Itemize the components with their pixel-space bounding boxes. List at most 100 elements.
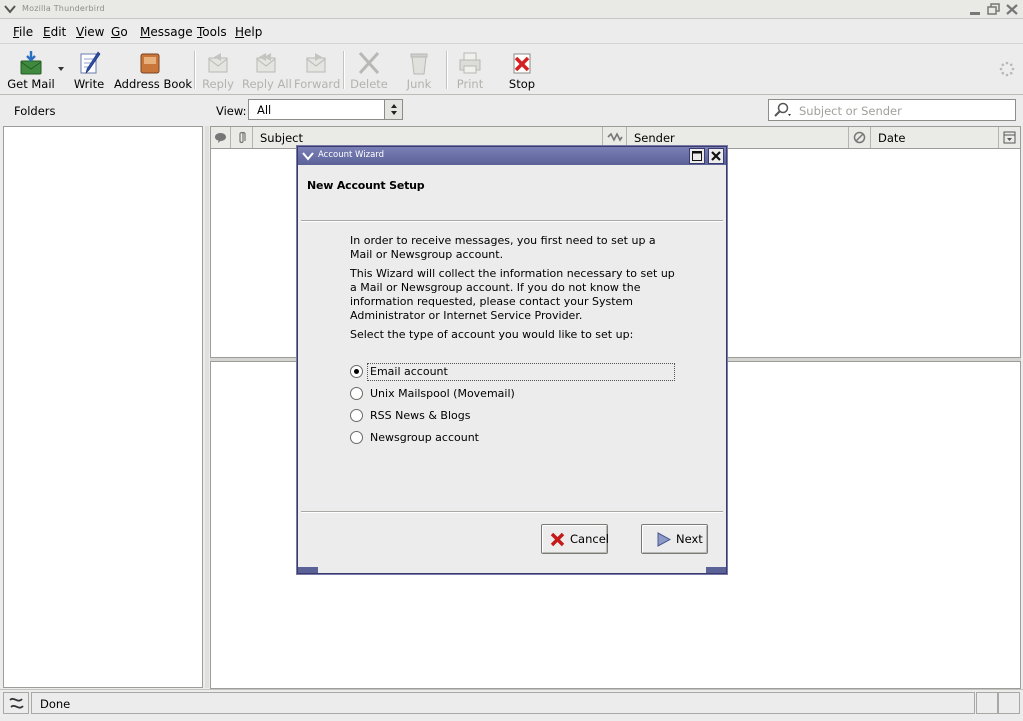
junk-button[interactable]: Junk — [400, 48, 438, 92]
dialog-menu-icon[interactable] — [301, 149, 315, 163]
get-mail-button[interactable]: Get Mail — [6, 48, 56, 92]
radio-button[interactable] — [350, 365, 363, 378]
radio-newsgroup-label: Newsgroup account — [370, 431, 479, 444]
address-book-button[interactable]: Address Book — [114, 48, 192, 92]
print-button[interactable]: Print — [452, 48, 488, 92]
menu-tools-label: ools — [202, 25, 227, 39]
stop-icon — [513, 53, 531, 74]
radio-rss-label: RSS News & Blogs — [370, 409, 471, 422]
radio-button[interactable] — [350, 387, 363, 400]
get-mail-icon — [20, 51, 42, 75]
folder-pane-splitter[interactable] — [205, 126, 209, 688]
cancel-button[interactable]: Cancel — [541, 524, 609, 554]
print-icon — [459, 52, 481, 74]
write-button[interactable]: Write — [70, 48, 108, 92]
search-icon[interactable] — [773, 102, 795, 118]
next-button[interactable]: Next — [641, 524, 708, 554]
button-divider — [301, 511, 723, 513]
dialog-title: Account Wizard — [318, 150, 385, 160]
menu-view[interactable]: View — [76, 25, 104, 39]
column-read-status[interactable] — [849, 127, 871, 148]
get-mail-dropdown-icon[interactable] — [57, 65, 65, 73]
radio-unix-mailspool[interactable]: Unix Mailspool (Movemail) — [350, 385, 550, 403]
view-select-value: All — [257, 103, 272, 117]
statusbar: Done — [0, 689, 1023, 721]
radio-button[interactable] — [350, 409, 363, 422]
reply-button[interactable]: Reply — [200, 48, 236, 92]
heading-divider — [301, 220, 723, 222]
menu-go-mnemonic: G — [111, 25, 121, 39]
forward-label: Forward — [294, 77, 341, 91]
window-menu-icon[interactable] — [3, 2, 17, 16]
radio-unix-label: Unix Mailspool (Movemail) — [370, 387, 515, 400]
main-toolbar: Get Mail Write Address Book Reply Reply … — [0, 45, 1023, 95]
radio-newsgroup-account[interactable]: Newsgroup account — [350, 429, 550, 447]
delete-button[interactable]: Delete — [350, 48, 388, 92]
status-security-panel — [998, 692, 1020, 714]
column-sender-label: Sender — [634, 131, 675, 145]
intro-paragraph: In order to receive messages, you first … — [350, 234, 656, 261]
forward-icon — [306, 53, 326, 73]
radio-email-account[interactable]: Email account — [350, 363, 680, 381]
close-icon[interactable] — [1004, 2, 1020, 17]
dialog-maximize-button[interactable] — [689, 148, 705, 164]
dialog-close-button[interactable] — [708, 148, 724, 164]
view-select[interactable]: All — [248, 99, 403, 120]
spinner-arrows-icon — [391, 104, 397, 115]
thread-icon — [215, 133, 226, 143]
info-paragraph: This Wizard will collect the information… — [350, 267, 675, 322]
wizard-page-heading: New Account Setup — [307, 179, 425, 192]
reply-all-icon — [256, 53, 276, 73]
attachment-icon — [239, 131, 246, 144]
status-text-panel: Done — [31, 692, 975, 714]
menu-edit[interactable]: Edit — [43, 25, 66, 39]
toolbar-separator — [194, 51, 196, 89]
delete-label: Delete — [350, 77, 388, 91]
offline-toggle[interactable] — [3, 692, 29, 714]
menu-help-label: elp — [244, 25, 263, 39]
column-picker[interactable] — [999, 127, 1020, 148]
window-titlebar: Mozilla Thunderbird — [0, 0, 1023, 19]
column-attachment[interactable] — [231, 127, 253, 148]
get-mail-label: Get Mail — [7, 77, 55, 91]
column-date[interactable]: Date — [871, 127, 999, 148]
stop-button[interactable]: Stop — [505, 48, 539, 92]
menu-file-label: ile — [19, 25, 34, 39]
menu-help[interactable]: Help — [235, 25, 262, 39]
junk-icon — [410, 53, 428, 75]
menu-file[interactable]: File — [13, 25, 33, 39]
menubar: File Edit View Go Message Tools Help — [0, 20, 1023, 44]
dialog-titlebar[interactable]: Account Wizard — [298, 147, 726, 165]
column-subject[interactable]: Subject — [253, 127, 603, 148]
menu-go-label: o — [120, 25, 128, 39]
reply-all-button[interactable]: Reply All — [242, 48, 292, 92]
reply-icon — [208, 53, 228, 73]
view-select-spinner[interactable] — [384, 100, 402, 119]
menu-message[interactable]: Message — [140, 25, 193, 39]
menu-tools[interactable]: Tools — [197, 25, 227, 39]
column-date-label: Date — [878, 131, 906, 145]
radio-rss-news[interactable]: RSS News & Blogs — [350, 407, 550, 425]
column-junk-status[interactable] — [603, 127, 627, 148]
delete-icon — [358, 51, 380, 75]
print-label: Print — [456, 77, 484, 91]
restore-icon[interactable] — [986, 2, 1002, 17]
minimize-icon[interactable] — [967, 2, 983, 17]
column-thread[interactable] — [211, 127, 231, 148]
folder-pane[interactable] — [3, 126, 203, 688]
write-icon — [80, 51, 101, 74]
throbber-icon — [999, 61, 1015, 77]
menu-edit-mnemonic: E — [43, 25, 51, 39]
write-label: Write — [73, 77, 105, 91]
stop-label: Stop — [508, 77, 536, 91]
search-input[interactable]: Subject or Sender — [768, 99, 1016, 121]
radio-button[interactable] — [350, 431, 363, 444]
menu-go[interactable]: Go — [111, 25, 128, 39]
menu-message-label: essage — [150, 25, 193, 39]
column-sender[interactable]: Sender — [627, 127, 849, 148]
select-prompt: Select the type of account you would lik… — [350, 328, 634, 341]
next-label: Next — [676, 532, 703, 546]
close-icon — [711, 151, 721, 161]
cancel-icon — [550, 532, 565, 547]
forward-button[interactable]: Forward — [294, 48, 341, 92]
